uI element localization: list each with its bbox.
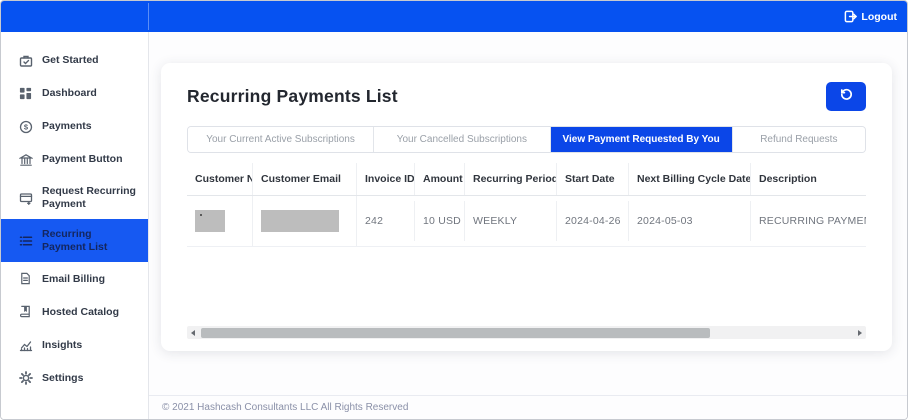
col-start-date: Start Date [557, 163, 629, 195]
card-plus-icon [18, 190, 33, 205]
sidebar-item-hosted-catalog[interactable]: Hosted Catalog [1, 295, 148, 328]
topbar-divider [148, 3, 149, 30]
book-icon [18, 304, 33, 319]
sidebar-item-label: Settings [42, 371, 84, 384]
col-invoice-id: Invoice ID [357, 163, 415, 195]
sidebar-item-recurring-payment-list[interactable]: Recurring Payment List [1, 219, 148, 263]
sidebar-item-label: Dashboard [42, 87, 97, 100]
tab-refund-requests[interactable]: Refund Requests [732, 127, 865, 152]
cell-start-date: 2024-04-26 [557, 201, 629, 241]
svg-text:$: $ [23, 122, 28, 131]
cell-amount: 10 USD [415, 201, 465, 241]
briefcase-icon [18, 53, 33, 68]
sidebar-item-label: Insights [42, 338, 83, 351]
table-empty-area [187, 247, 866, 326]
tab-label: Your Current Active Subscriptions [206, 134, 355, 145]
dollar-circle-icon: $ [18, 119, 33, 134]
sidebar-item-label: Recurring Payment List [42, 228, 108, 253]
copyright-text: © 2021 Hashcash Consultants LLC All Righ… [162, 402, 409, 413]
cell-recurring-period: WEEKLY [465, 201, 557, 241]
sidebar-item-label: Payment Button [42, 153, 123, 166]
grid-icon [18, 86, 33, 101]
sidebar-item-label: Hosted Catalog [42, 305, 120, 318]
subscription-tabs: Your Current Active Subscriptions Your C… [187, 126, 866, 153]
sidebar-item-get-started[interactable]: Get Started [1, 44, 148, 77]
sidebar-item-insights[interactable]: Insights [1, 328, 148, 361]
col-amount: Amount [415, 163, 465, 195]
sidebar-item-label: Request Recurring Payment [42, 185, 136, 210]
tab-view-payment-requested[interactable]: View Payment Requested By You [550, 127, 733, 152]
topbar: Logout [1, 1, 907, 32]
logout-button[interactable]: Logout [844, 10, 897, 23]
cell-customer-name [187, 196, 253, 246]
footer: © 2021 Hashcash Consultants LLC All Righ… [149, 395, 907, 419]
redacted-customer-name [195, 210, 225, 232]
cell-next-billing-cycle-date: 2024-05-03 [629, 201, 751, 241]
page-title: Recurring Payments List [187, 85, 398, 106]
refresh-icon [839, 87, 854, 105]
scrollbar-thumb[interactable] [201, 327, 711, 338]
col-recurring-period: Recurring Period [465, 163, 557, 195]
sidebar-item-label: Email Billing [42, 272, 106, 285]
cell-customer-email [253, 196, 357, 246]
scroll-left-arrow-icon[interactable] [187, 326, 199, 339]
cell-invoice-id: 242 [357, 201, 415, 241]
tab-label: View Payment Requested By You [562, 134, 720, 145]
col-description: Description [759, 173, 817, 185]
col-customer-email: Customer Email [253, 163, 357, 195]
logout-label: Logout [861, 10, 897, 23]
cell-description: RECURRING PAYMENT [759, 215, 866, 227]
tab-cancelled-subscriptions[interactable]: Your Cancelled Subscriptions [374, 127, 551, 152]
sidebar-item-payment-button[interactable]: Payment Button [1, 143, 148, 176]
scroll-right-arrow-icon[interactable] [854, 326, 866, 339]
recurring-payments-card: Recurring Payments List Your Current Act… [161, 63, 892, 351]
redacted-customer-email [261, 210, 339, 232]
sidebar: Get Started Dashboard $ Payments Payment… [1, 32, 149, 419]
tab-label: Refund Requests [760, 134, 838, 145]
sidebar-item-payments[interactable]: $ Payments [1, 110, 148, 143]
document-icon [18, 271, 33, 286]
sidebar-item-label: Get Started [42, 54, 99, 67]
table-header-row: Customer Name Customer Email Invoice ID … [187, 163, 866, 196]
app-window: Logout Get Started Dashboard $ Payments … [0, 0, 908, 420]
payments-table: Customer Name Customer Email Invoice ID … [187, 163, 866, 247]
sidebar-item-email-billing[interactable]: Email Billing [1, 262, 148, 295]
scrollbar-track[interactable] [200, 326, 853, 339]
tab-current-active-subscriptions[interactable]: Your Current Active Subscriptions [188, 127, 375, 152]
tab-label: Your Cancelled Subscriptions [396, 134, 527, 145]
refresh-button[interactable] [826, 81, 866, 111]
main-content: Recurring Payments List Your Current Act… [149, 32, 907, 419]
sidebar-item-label: Payments [42, 120, 92, 133]
horizontal-scrollbar[interactable] [187, 326, 866, 339]
list-icon [18, 233, 33, 248]
sidebar-item-dashboard[interactable]: Dashboard [1, 77, 148, 110]
chart-icon [18, 337, 33, 352]
col-next-billing-cycle-date: Next Billing Cycle Date [629, 163, 751, 195]
gear-icon [18, 370, 33, 385]
bank-icon [18, 152, 33, 167]
col-customer-name: Customer Name [187, 163, 253, 195]
table-row: 242 10 USD WEEKLY 2024-04-26 2024-05-03 … [187, 196, 866, 247]
sidebar-item-request-recurring-payment[interactable]: Request Recurring Payment [1, 176, 148, 219]
logout-icon [844, 10, 858, 23]
sidebar-item-settings[interactable]: Settings [1, 361, 148, 394]
